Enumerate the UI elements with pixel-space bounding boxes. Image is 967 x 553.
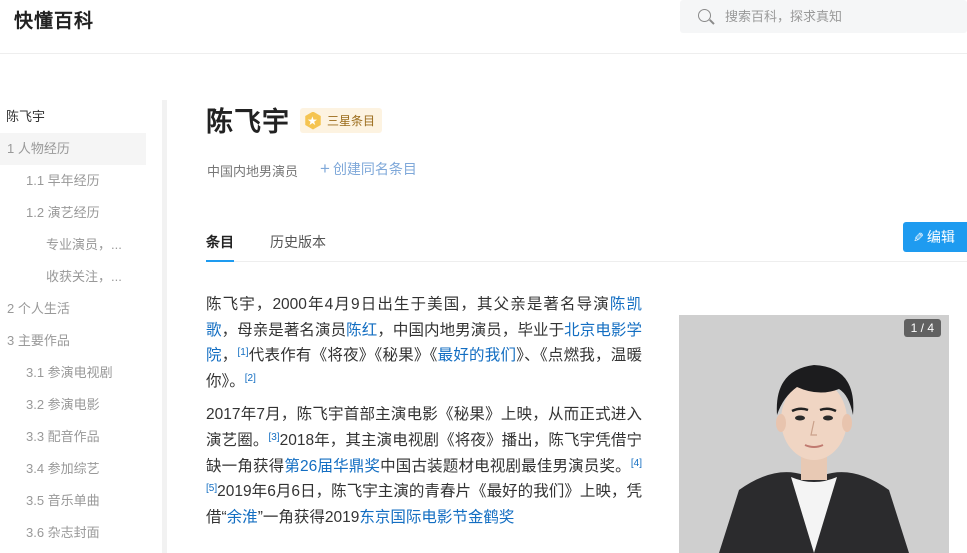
search-icon[interactable] xyxy=(698,9,711,22)
search-input[interactable] xyxy=(725,0,955,33)
text: 中国古装题材电视剧最佳男演员奖。 xyxy=(380,457,631,475)
article-tabs: 条目 历史版本 xyxy=(206,222,967,262)
pencil-icon: ✎ xyxy=(913,230,924,245)
plus-icon: + xyxy=(320,159,330,178)
toc-item-3-6[interactable]: 3.6 杂志封面 xyxy=(26,517,100,549)
link-chen-hong[interactable]: 陈红 xyxy=(346,322,377,339)
text: ”一角获得2019 xyxy=(257,508,360,526)
portrait-image[interactable]: 1 / 4 xyxy=(679,315,949,553)
link-tokyo-film-festival-award[interactable]: 东京国际电影节金鹤奖 xyxy=(359,509,514,526)
reference-3[interactable]: [3] xyxy=(268,432,279,443)
toc-item-2[interactable]: 2 个人生活 xyxy=(7,293,70,325)
link-huading-award[interactable]: 第26届华鼎奖 xyxy=(284,458,380,475)
table-of-contents: 陈飞宇 1 人物经历 1.1 早年经历 1.2 演艺经历 专业演员，... 收获… xyxy=(0,100,167,553)
badge-label: 三星条目 xyxy=(327,114,376,128)
reference-1[interactable]: [1] xyxy=(237,347,248,358)
entry-subtitle: 中国内地男演员 xyxy=(207,164,299,179)
toc-item-3-2[interactable]: 3.2 参演电影 xyxy=(26,389,100,421)
paragraph-2: 2017年7月，陈飞宇首部主演电影《秘果》上映，从而正式进入演艺圈。[3]201… xyxy=(206,402,642,530)
toc-item-title[interactable]: 陈飞宇 xyxy=(6,101,45,133)
link-best-of-us[interactable]: 最好的我们 xyxy=(438,347,517,364)
portrait-photo xyxy=(679,315,949,553)
search-box[interactable] xyxy=(680,0,967,33)
text: ，中国内地男演员，毕业于 xyxy=(377,321,565,339)
text: ，母亲是著名演员 xyxy=(221,321,347,339)
create-same-name-entry-link[interactable]: + 创建同名条目 xyxy=(320,159,417,179)
toc-item-3-1[interactable]: 3.1 参演电视剧 xyxy=(26,357,113,389)
page-title: 陈飞宇 xyxy=(206,107,290,138)
toc-divider xyxy=(162,100,167,553)
tab-history[interactable]: 历史版本 xyxy=(270,222,326,262)
toc-item-1-2-2[interactable]: 收获关注，... xyxy=(46,261,122,293)
image-counter: 1 / 4 xyxy=(903,319,941,337)
reference-4[interactable]: [4] xyxy=(631,458,642,469)
toc-item-3-3[interactable]: 3.3 配音作品 xyxy=(26,421,100,453)
star-icon xyxy=(305,111,321,130)
text: 代表作有《将夜》《秘果》《 xyxy=(248,347,438,365)
article-body: 陈飞宇，2000年4月9日出生于美国，其父亲是著名导演陈凯歌，母亲是著名演员陈红… xyxy=(206,292,642,538)
edit-button-label: 编辑 xyxy=(926,229,955,245)
top-header: 快懂百科 xyxy=(0,0,967,54)
reference-5[interactable]: [5] xyxy=(206,483,217,494)
create-link-label: 创建同名条目 xyxy=(332,161,417,177)
toc-item-1-2-1[interactable]: 专业演员，... xyxy=(46,229,122,261)
text: 陈飞宇，2000年4月9日出生于美国，其父亲是著名导演 xyxy=(206,296,610,313)
toc-item-3-4[interactable]: 3.4 参加综艺 xyxy=(26,453,100,485)
text: ， xyxy=(221,347,238,365)
edit-button[interactable]: ✎ 编辑 xyxy=(903,222,967,252)
toc-item-1-2[interactable]: 1.2 演艺经历 xyxy=(26,197,100,229)
toc-item-3[interactable]: 3 主要作品 xyxy=(7,325,70,357)
paragraph-1: 陈飞宇，2000年4月9日出生于美国，其父亲是著名导演陈凯歌，母亲是著名演员陈红… xyxy=(206,292,642,394)
star-rating-badge[interactable]: 三星条目 xyxy=(300,108,383,133)
tab-entry[interactable]: 条目 xyxy=(206,222,234,262)
reference-2[interactable]: [2] xyxy=(245,373,256,384)
site-logo[interactable]: 快懂百科 xyxy=(14,6,94,33)
toc-item-1[interactable]: 1 人物经历 xyxy=(0,133,146,165)
link-yu-huai[interactable]: 余淮 xyxy=(227,509,258,526)
toc-item-3-5[interactable]: 3.5 音乐单曲 xyxy=(26,485,100,517)
toc-item-1-1[interactable]: 1.1 早年经历 xyxy=(26,165,100,197)
